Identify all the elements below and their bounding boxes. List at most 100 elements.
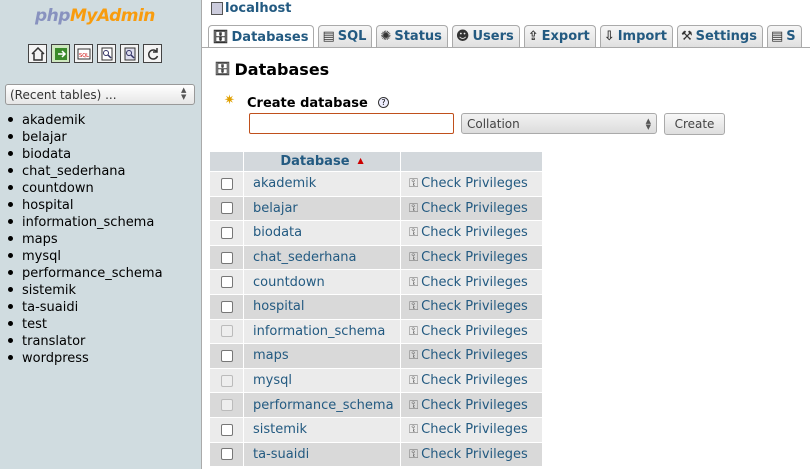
exit-icon[interactable] [51, 44, 70, 63]
tab-s[interactable]: ▤ S [766, 25, 802, 47]
check-privileges-link[interactable]: ⚿ Check Privileges [400, 392, 543, 418]
database-name-link[interactable]: belajar [243, 195, 401, 222]
database-name-link[interactable]: mysql [243, 367, 401, 394]
check-privileges-link[interactable]: ⚿ Check Privileges [400, 416, 543, 443]
nav-database-item[interactable]: belajar [8, 129, 163, 146]
tab-sql[interactable]: ▤ SQL [318, 25, 373, 47]
bullet-icon [8, 253, 13, 258]
nav-database-item[interactable]: performance_schema [8, 265, 163, 282]
database-name-link[interactable]: hospital [243, 293, 401, 320]
recent-tables-select[interactable]: (Recent tables) ... [5, 84, 195, 105]
row-checkbox[interactable] [220, 202, 233, 215]
users-icon: ☻ [455, 29, 470, 44]
sql-docs-icon[interactable] [120, 44, 139, 63]
nav-database-item[interactable]: mysql [8, 248, 163, 265]
nav-database-item[interactable]: countdown [8, 180, 163, 197]
help-icon[interactable]: ? [378, 97, 389, 108]
nav-database-item[interactable]: sistemik [8, 282, 163, 299]
check-privileges-link[interactable]: ⚿ Check Privileges [400, 367, 543, 394]
main-panel: localhost 🗄 Databases ▤ SQL ✺ Status ☻ Users ⇪ Ex… [201, 0, 810, 469]
database-name-link[interactable]: ta-suaidi [243, 441, 401, 468]
bullet-icon [8, 338, 13, 343]
database-name-link[interactable]: chat_sederhana [243, 244, 401, 271]
bullet-icon [8, 134, 13, 139]
nav-database-item[interactable]: chat_sederhana [8, 163, 163, 180]
docs-icon[interactable] [97, 44, 116, 63]
row-checkbox [220, 399, 233, 412]
row-checkbox[interactable] [220, 226, 233, 239]
nav-database-item[interactable]: akademik [8, 112, 163, 129]
create-button[interactable]: Create [664, 113, 725, 135]
server-breadcrumb[interactable]: localhost [211, 1, 291, 16]
privileges-icon: ⚿ [409, 225, 419, 240]
check-privileges-link[interactable]: ⚿ Check Privileges [400, 171, 543, 197]
privileges-icon: ⚿ [409, 422, 419, 437]
export-icon: ⇪ [527, 29, 539, 44]
database-name-link[interactable]: performance_schema [243, 392, 401, 418]
tab-import[interactable]: ⇩ Import [599, 25, 673, 47]
row-checkbox [220, 325, 233, 338]
privileges-column-header [400, 151, 543, 172]
bullet-icon [8, 287, 13, 292]
checkbox-cell [209, 441, 244, 468]
check-privileges-link[interactable]: ⚿ Check Privileges [400, 441, 543, 468]
check-privileges-link[interactable]: ⚿ Check Privileges [400, 244, 543, 271]
checkbox-cell [209, 269, 244, 295]
privileges-icon: ⚿ [409, 250, 419, 265]
row-checkbox[interactable] [220, 448, 233, 461]
nav-database-item[interactable]: translator [8, 333, 163, 350]
database-name-link[interactable]: sistemik [243, 416, 401, 443]
nav-database-item[interactable]: hospital [8, 197, 163, 214]
bullet-icon [8, 321, 13, 326]
row-checkbox[interactable] [220, 276, 233, 289]
check-privileges-link[interactable]: ⚿ Check Privileges [400, 318, 543, 345]
reload-icon[interactable] [143, 44, 162, 63]
row-checkbox[interactable] [220, 251, 233, 264]
checkbox-cell [209, 293, 244, 320]
tab-users[interactable]: ☻ Users [451, 25, 520, 47]
nav-database-item[interactable]: information_schema [8, 214, 163, 231]
database-column-header[interactable]: Database ▲ [243, 151, 401, 172]
create-database-label: Create database [247, 96, 368, 111]
nav-database-item[interactable]: maps [8, 231, 163, 248]
privileges-icon: ⚿ [409, 200, 419, 215]
check-privileges-link[interactable]: ⚿ Check Privileges [400, 293, 543, 320]
table-header-row: Database ▲ [209, 151, 543, 172]
bullet-icon [8, 151, 13, 156]
collation-select[interactable]: Collation ▲ ▼ [461, 113, 657, 134]
check-privileges-link[interactable]: ⚿ Check Privileges [400, 195, 543, 222]
database-name-link[interactable]: akademik [243, 171, 401, 197]
check-privileges-link[interactable]: ⚿ Check Privileges [400, 220, 543, 246]
row-checkbox[interactable] [220, 423, 233, 436]
row-checkbox[interactable] [220, 349, 233, 362]
check-privileges-link[interactable]: ⚿ Check Privileges [400, 343, 543, 369]
nav-database-item[interactable]: ta-suaidi [8, 299, 163, 316]
database-name-link[interactable]: maps [243, 343, 401, 369]
nav-database-item[interactable]: test [8, 316, 163, 333]
table-row: belajar ⚿ Check Privileges [209, 195, 543, 222]
checkbox-cell [209, 195, 244, 222]
database-name-link[interactable]: biodata [243, 220, 401, 246]
home-icon[interactable] [28, 44, 47, 63]
new-star-icon: ✷ [224, 93, 235, 108]
tab-settings[interactable]: ⚒ Settings [676, 25, 763, 47]
phpmyadmin-logo[interactable]: phpMyAdmin [35, 6, 155, 26]
nav-database-item[interactable]: biodata [8, 146, 163, 163]
row-checkbox[interactable] [220, 300, 233, 313]
database-name-link[interactable]: countdown [243, 269, 401, 295]
database-name-link[interactable]: information_schema [243, 318, 401, 345]
nav-icon-bar: SQL [28, 44, 162, 63]
page-title: 🗄 Databases [214, 60, 330, 79]
tab-databases[interactable]: 🗄 Databases [208, 25, 315, 48]
sort-ascending-icon: ▲ [357, 156, 364, 165]
sql-query-icon[interactable]: SQL [74, 44, 93, 63]
table-row: maps ⚿ Check Privileges [209, 343, 543, 369]
database-name-input[interactable] [249, 113, 454, 134]
tab-status[interactable]: ✺ Status [376, 25, 448, 47]
tab-export[interactable]: ⇪ Export [523, 25, 596, 47]
privileges-icon: ⚿ [409, 373, 419, 388]
row-checkbox[interactable] [220, 177, 233, 190]
table-row: ta-suaidi ⚿ Check Privileges [209, 441, 543, 468]
nav-database-item[interactable]: wordpress [8, 350, 163, 367]
check-privileges-link[interactable]: ⚿ Check Privileges [400, 269, 543, 295]
